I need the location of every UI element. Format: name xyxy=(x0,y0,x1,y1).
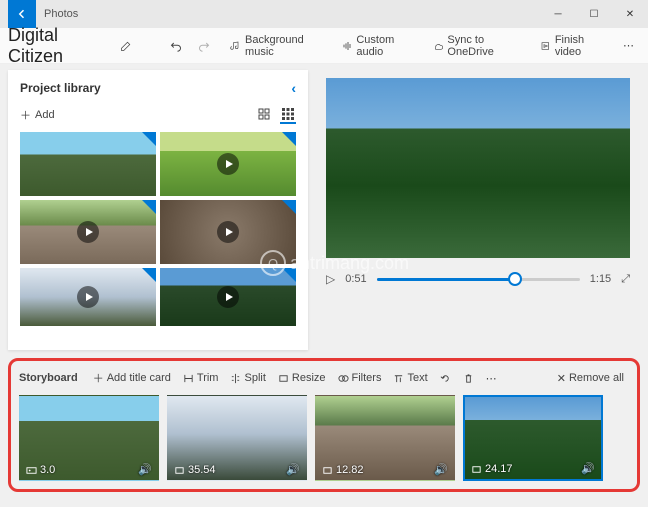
view-small-button[interactable] xyxy=(280,106,296,124)
add-label: Add xyxy=(35,109,55,121)
trim-label: Trim xyxy=(197,372,219,384)
sync-label: Sync to OneDrive xyxy=(447,34,524,58)
storyboard-clip[interactable]: 35.54 🔊 xyxy=(167,395,307,481)
undo-button[interactable] xyxy=(164,36,188,56)
close-icon: ✕ xyxy=(557,372,566,385)
play-icon xyxy=(217,286,239,308)
total-time: 1:15 xyxy=(590,273,611,285)
project-library-panel: Project library ‹ ＋ Add xyxy=(8,70,308,350)
edit-title-button[interactable] xyxy=(114,36,138,56)
clip-duration: 35.54 xyxy=(174,464,216,476)
sound-icon: 🔊 xyxy=(581,462,595,475)
maximize-button[interactable]: ☐ xyxy=(576,0,612,28)
library-thumb[interactable] xyxy=(160,200,296,264)
play-icon xyxy=(77,221,99,243)
clip-duration: 24.17 xyxy=(471,463,513,475)
main-area: Project library ‹ ＋ Add xyxy=(0,64,648,350)
library-thumb[interactable] xyxy=(20,132,156,196)
sound-icon: 🔊 xyxy=(138,463,152,476)
sound-icon: 🔊 xyxy=(286,463,300,476)
storyboard-clip[interactable]: 24.17 🔊 xyxy=(463,395,603,481)
text-label: Text xyxy=(407,372,427,384)
resize-label: Resize xyxy=(292,372,326,384)
library-subheader: ＋ Add xyxy=(20,106,296,124)
custom-audio-button[interactable]: Custom audio xyxy=(336,30,423,62)
library-thumb[interactable] xyxy=(160,132,296,196)
seek-slider[interactable] xyxy=(377,278,580,281)
play-button[interactable]: ▷ xyxy=(326,272,335,286)
sync-button[interactable]: Sync to OneDrive xyxy=(427,30,530,62)
plus-icon: ＋ xyxy=(20,107,31,123)
library-thumb[interactable] xyxy=(160,268,296,326)
finish-button[interactable]: Finish video xyxy=(534,30,613,62)
project-title: Digital Citizen xyxy=(8,25,106,67)
window-controls: ─ ☐ ✕ xyxy=(540,0,648,28)
playback-controls: ▷ 0:51 1:15 ⤢ xyxy=(326,272,630,286)
main-toolbar: Digital Citizen Background music Custom … xyxy=(0,28,648,64)
text-button[interactable]: Text xyxy=(388,369,432,387)
current-time: 0:51 xyxy=(345,273,366,285)
background-music-label: Background music xyxy=(245,34,326,58)
storyboard-toolbar: Storyboard ＋ Add title card Trim Split R… xyxy=(19,367,629,389)
finish-label: Finish video xyxy=(555,34,607,58)
preview-panel: ▷ 0:51 1:15 ⤢ xyxy=(308,64,648,350)
storyboard-title: Storyboard xyxy=(19,372,78,384)
storyboard-section: Storyboard ＋ Add title card Trim Split R… xyxy=(8,358,640,492)
rotate-button[interactable] xyxy=(435,370,456,387)
more-storyboard-button[interactable]: ⋯ xyxy=(481,369,502,388)
remove-all-button[interactable]: ✕ Remove all xyxy=(552,369,629,388)
close-button[interactable]: ✕ xyxy=(612,0,648,28)
filters-label: Filters xyxy=(352,372,382,384)
filters-button[interactable]: Filters xyxy=(333,369,387,387)
app-title: Photos xyxy=(44,8,540,20)
storyboard-clips: 3.0 🔊 35.54 🔊 12.82 🔊 24.17 🔊 xyxy=(19,395,629,481)
resize-button[interactable]: Resize xyxy=(273,369,331,387)
minimize-button[interactable]: ─ xyxy=(540,0,576,28)
seek-progress xyxy=(377,278,515,281)
split-button[interactable]: Split xyxy=(225,369,270,387)
add-media-button[interactable]: ＋ Add xyxy=(20,107,55,123)
play-icon xyxy=(217,153,239,175)
delete-button[interactable] xyxy=(458,370,479,387)
storyboard-clip[interactable]: 3.0 🔊 xyxy=(19,395,159,481)
library-thumb[interactable] xyxy=(20,200,156,264)
seek-handle[interactable] xyxy=(508,272,522,286)
split-label: Split xyxy=(244,372,265,384)
view-large-button[interactable] xyxy=(256,106,272,124)
add-title-label: Add title card xyxy=(107,372,171,384)
add-title-card-button[interactable]: ＋ Add title card xyxy=(88,367,176,389)
preview-frame[interactable] xyxy=(326,78,630,258)
library-thumbnails xyxy=(20,132,296,326)
remove-all-label: Remove all xyxy=(569,372,624,384)
library-thumb[interactable] xyxy=(20,268,156,326)
trim-button[interactable]: Trim xyxy=(178,369,224,387)
more-button[interactable]: ⋯ xyxy=(617,35,640,56)
redo-button[interactable] xyxy=(192,36,216,56)
collapse-library-button[interactable]: ‹ xyxy=(291,80,296,96)
play-icon xyxy=(217,221,239,243)
library-header: Project library ‹ xyxy=(20,80,296,96)
background-music-button[interactable]: Background music xyxy=(224,30,331,62)
sound-icon: 🔊 xyxy=(434,463,448,476)
library-title: Project library xyxy=(20,81,101,95)
clip-duration: 3.0 xyxy=(26,464,55,476)
custom-audio-label: Custom audio xyxy=(356,34,416,58)
storyboard-clip[interactable]: 12.82 🔊 xyxy=(315,395,455,481)
clip-duration: 12.82 xyxy=(322,464,364,476)
plus-icon: ＋ xyxy=(93,370,104,386)
fullscreen-button[interactable]: ⤢ xyxy=(621,273,630,286)
view-switcher xyxy=(256,106,296,124)
play-icon xyxy=(77,286,99,308)
